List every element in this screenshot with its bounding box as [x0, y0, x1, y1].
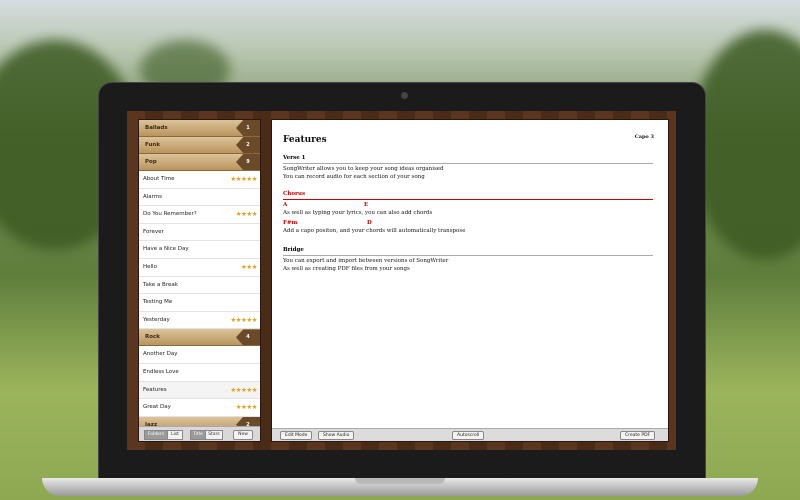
background-tree [690, 30, 800, 260]
capo-label: Capo 3 [634, 134, 654, 140]
song-row[interactable]: Forever [139, 224, 260, 242]
autoscroll-button[interactable]: Autoscroll [452, 431, 485, 440]
song-title: Endless Love [143, 368, 179, 375]
sort-title-toggle[interactable]: Title [190, 430, 206, 440]
folder-count: 9 [236, 154, 260, 170]
song-row[interactable]: Features ★★★★★ [139, 381, 260, 400]
list-toggle[interactable]: List [167, 430, 183, 440]
song-title: Take a Break [143, 281, 178, 288]
chorus-heading: Chorus [283, 191, 653, 200]
song-title: Do You Remember? [143, 211, 197, 218]
song-row[interactable]: Hello ★★★ [139, 259, 260, 277]
song-list: Ballads 1 Funk 2 Pop 9 About Time ★★★★★ Alarms Do… [139, 120, 260, 434]
lyric-line: You can export and import between versio… [283, 258, 449, 264]
folder-count: 2 [236, 137, 260, 153]
song-title: Great Day [143, 404, 171, 411]
page-title: Features [283, 135, 327, 145]
new-song-button[interactable]: New [233, 430, 253, 440]
song-row[interactable]: Take a Break [139, 277, 260, 295]
song-row[interactable]: Testing Me [139, 294, 260, 312]
folder-row[interactable]: Funk 2 [139, 137, 260, 154]
chord: D [367, 220, 372, 226]
lyric-line: SongWriter allows you to keep your song … [283, 166, 444, 172]
star-rating-icon: ★★★★★ [230, 315, 257, 324]
song-row[interactable]: Another Day [139, 346, 260, 364]
verse-heading: Verse 1 [283, 155, 653, 164]
folder-row[interactable]: Rock 4 [139, 329, 260, 347]
song-row[interactable]: Do You Remember? ★★★★ [139, 206, 260, 224]
folder-row[interactable]: Pop 9 [139, 154, 260, 171]
song-sidebar: Ballads 1 Funk 2 Pop 9 About Time ★★★★★ Alarms Do… [138, 119, 261, 442]
chord: E [364, 202, 369, 208]
camera-icon [401, 92, 408, 99]
star-rating-icon: ★★★★ [235, 210, 258, 219]
show-audio-button[interactable]: Show Audio [318, 431, 355, 440]
star-rating-icon: ★★★★★ [230, 385, 257, 394]
star-rating-icon: ★★★★ [235, 403, 258, 412]
lyric-line: Add a capo positon, and your chords will… [283, 228, 466, 234]
song-editor[interactable]: Features Capo 3 Verse 1 SongWriter allow… [271, 119, 669, 442]
edit-mode-button[interactable]: Edit Mode [280, 431, 313, 440]
song-title: Another Day [143, 351, 178, 358]
chord: F#m [283, 220, 298, 226]
lyric-line: As well as creating PDF files from your … [283, 266, 410, 272]
song-row[interactable]: Endless Love [139, 364, 260, 382]
chord: A [283, 202, 288, 208]
folder-count: 1 [236, 120, 260, 136]
lyric-line: As well as typing your lyrics, you can a… [283, 210, 433, 216]
create-pdf-button[interactable]: Create PDF [620, 431, 656, 440]
song-title: Features [143, 386, 167, 393]
song-row[interactable]: Alarms [139, 189, 260, 207]
folders-toggle[interactable]: Folders [144, 430, 168, 440]
folder-count: 4 [236, 329, 260, 346]
song-title: Have a Nice Day [143, 246, 189, 253]
lyric-line: You can record audio for each section of… [283, 174, 425, 180]
song-row[interactable]: About Time ★★★★★ [139, 171, 260, 189]
song-title: Alarms [143, 193, 163, 200]
folder-label: Pop [145, 159, 157, 165]
song-row[interactable]: Have a Nice Day [139, 241, 260, 259]
bridge-heading: Bridge [283, 247, 653, 256]
song-title: Yesterday [143, 316, 170, 323]
app-window: Ballads 1 Funk 2 Pop 9 About Time ★★★★★ Alarms Do… [127, 111, 676, 450]
song-title: Testing Me [143, 299, 173, 306]
sidebar-toolbar: Folders List Title Stars New [139, 426, 260, 441]
editor-toolbar: Edit Mode Show Audio Autoscroll Create P… [272, 428, 668, 441]
folder-label: Funk [145, 142, 160, 148]
laptop-notch [355, 478, 445, 484]
song-title: Hello [143, 263, 157, 270]
folder-label: Rock [145, 334, 160, 341]
sort-stars-toggle[interactable]: Stars [205, 430, 223, 440]
song-row[interactable]: Yesterday ★★★★★ [139, 312, 260, 330]
star-rating-icon: ★★★★★ [230, 175, 257, 183]
folder-label: Ballads [145, 125, 168, 131]
song-title: About Time [143, 176, 175, 182]
song-row[interactable]: Great Day ★★★★ [139, 399, 260, 417]
folder-row[interactable]: Ballads 1 [139, 120, 260, 137]
song-title: Forever [143, 228, 164, 235]
star-rating-icon: ★★★ [241, 262, 257, 271]
